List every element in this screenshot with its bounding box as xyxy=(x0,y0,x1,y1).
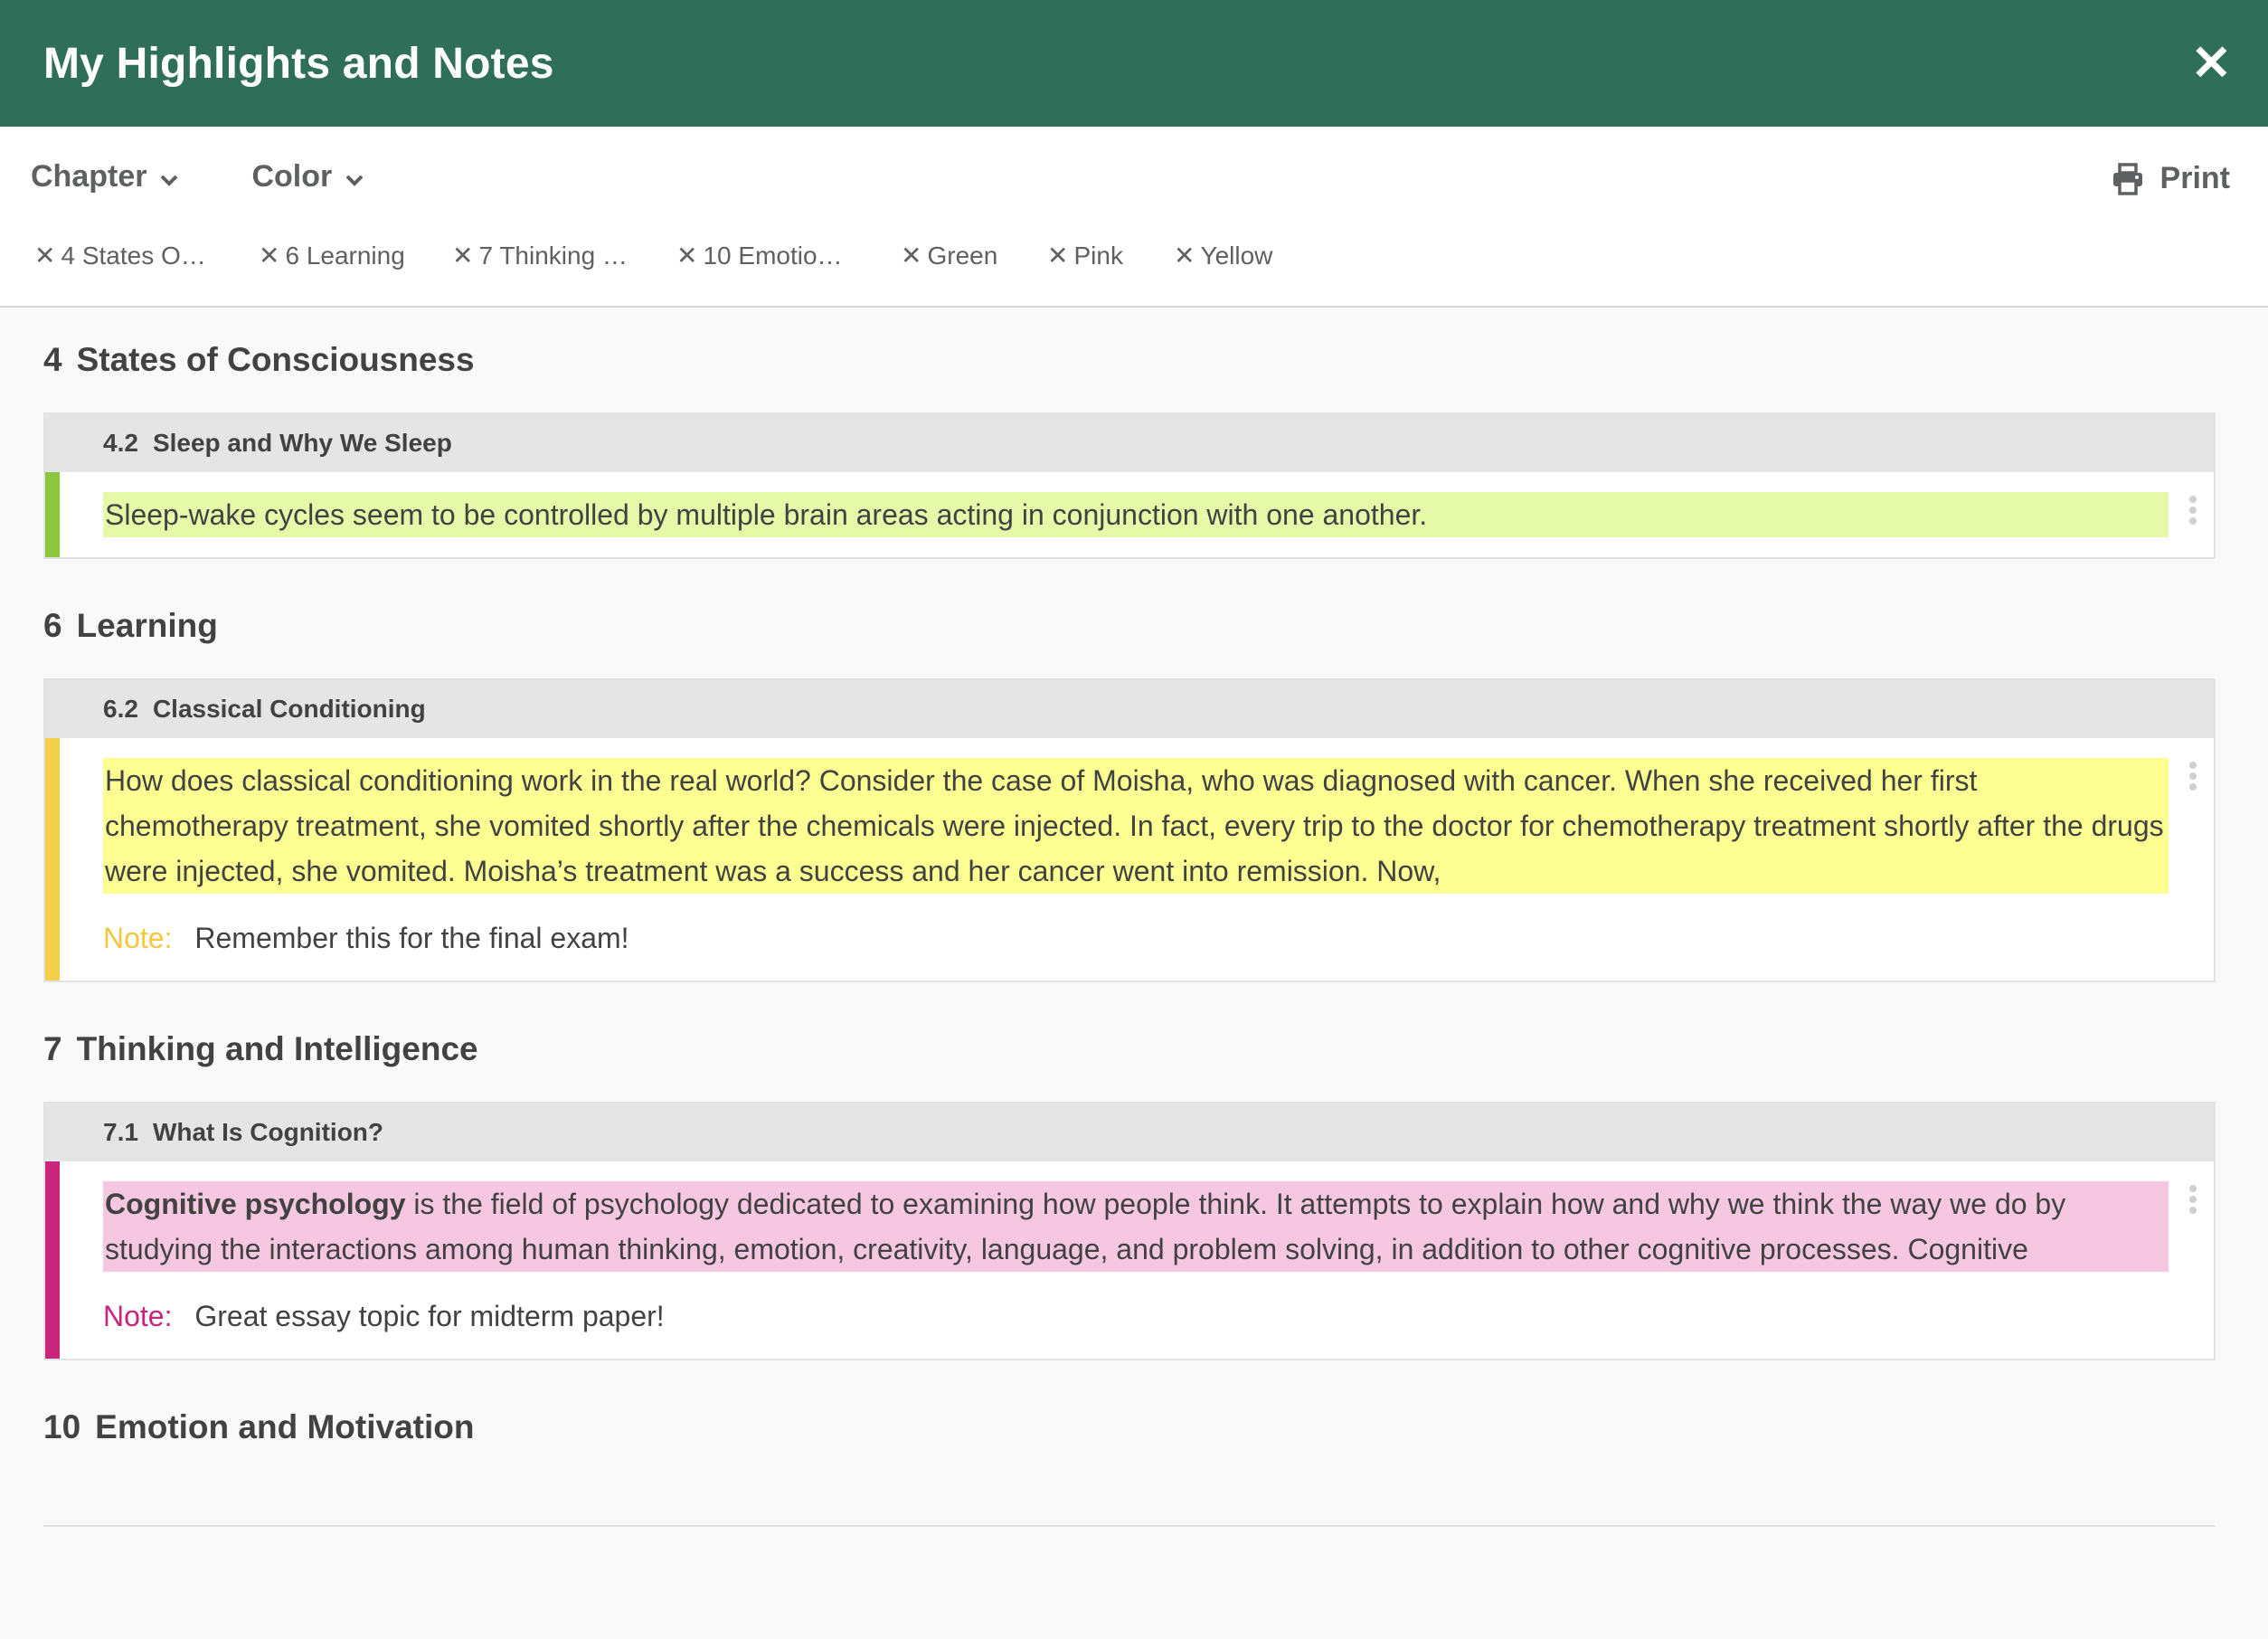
chapter-title: Emotion and Motivation xyxy=(95,1408,475,1445)
note-label: Note: xyxy=(103,922,173,954)
highlight-card: 6.2 Classical Conditioning How does clas… xyxy=(43,678,2216,982)
color-dropdown-label: Color xyxy=(251,159,333,194)
chapter-heading: 10 Emotion and Motivation xyxy=(43,1375,2216,1480)
remove-icon: ✕ xyxy=(1047,242,1069,270)
filter-pill-chapter-10[interactable]: ✕ 10 Emotio… xyxy=(676,241,901,270)
filter-pill-chapter-6[interactable]: ✕ 6 Learning xyxy=(259,241,452,270)
chapter-number: 7 xyxy=(43,1030,62,1067)
remove-icon: ✕ xyxy=(34,242,56,270)
highlight-text[interactable]: Sleep-wake cycles seem to be controlled … xyxy=(103,492,2169,537)
chapter-heading: 4 States of Consciousness xyxy=(43,308,2216,412)
chapter-heading: 6 Learning xyxy=(43,573,2216,678)
highlight-text[interactable]: How does classical conditioning work in … xyxy=(103,758,2169,894)
highlight-text[interactable]: Cognitive psychology is the field of psy… xyxy=(103,1181,2169,1272)
filter-pill-yellow[interactable]: ✕ Yellow xyxy=(1174,241,1272,270)
highlights-list: 4 States of Consciousness 4.2 Sleep and … xyxy=(0,308,2268,1527)
card-top-border xyxy=(43,1525,2216,1527)
chevron-down-icon xyxy=(159,165,179,194)
highlight-body: Cognitive psychology is the field of psy… xyxy=(45,1161,2214,1359)
section-heading: 7.1 What Is Cognition? xyxy=(45,1104,2214,1161)
chapter-number: 10 xyxy=(43,1408,81,1445)
section-title: What Is Cognition? xyxy=(152,1118,383,1146)
close-button[interactable]: ✕ xyxy=(2177,39,2246,88)
highlight-body: Sleep-wake cycles seem to be controlled … xyxy=(45,472,2214,557)
remove-icon: ✕ xyxy=(901,242,922,270)
filter-pill-chapter-7[interactable]: ✕ 7 Thinking … xyxy=(452,241,676,270)
chapter-number: 6 xyxy=(43,607,62,644)
filter-dropdowns: Chapter Color xyxy=(31,159,442,194)
remove-icon: ✕ xyxy=(1174,242,1195,270)
note-label: Note: xyxy=(103,1300,173,1332)
note-text[interactable]: Great essay topic for midterm paper! xyxy=(194,1300,664,1332)
section-number: 7.1 xyxy=(103,1118,138,1146)
filter-pill-pink[interactable]: ✕ Pink xyxy=(1047,241,1174,270)
highlight-body: How does classical conditioning work in … xyxy=(45,738,2214,981)
color-dropdown[interactable]: Color xyxy=(251,159,364,194)
chapter-heading: 7 Thinking and Intelligence xyxy=(43,997,2216,1102)
highlight-card: 4.2 Sleep and Why We Sleep Sleep-wake cy… xyxy=(43,412,2216,559)
note: Note: Great essay topic for midterm pape… xyxy=(103,1293,2169,1339)
filter-bar: Chapter Color Print ✕ 4 States O… ✕ 6 Lear… xyxy=(0,127,2268,308)
remove-icon: ✕ xyxy=(676,242,698,270)
printer-icon xyxy=(2112,162,2142,195)
filter-pill-chapter-4[interactable]: ✕ 4 States O… xyxy=(34,241,259,270)
chevron-down-icon xyxy=(345,165,364,194)
more-options-icon[interactable] xyxy=(2188,762,2197,794)
modal-header: My Highlights and Notes ✕ xyxy=(0,0,2268,127)
note-text[interactable]: Remember this for the final exam! xyxy=(194,922,628,954)
highlight-card: 7.1 What Is Cognition? Cognitive psychol… xyxy=(43,1102,2216,1360)
section-number: 4.2 xyxy=(103,429,138,457)
chapter-dropdown[interactable]: Chapter xyxy=(31,159,179,194)
note: Note: Remember this for the final exam! xyxy=(103,915,2169,961)
section-number: 6.2 xyxy=(103,695,138,723)
active-filter-pills: ✕ 4 States O… ✕ 6 Learning ✕ 7 Thinking … ✕… xyxy=(34,241,1272,270)
chapter-dropdown-label: Chapter xyxy=(31,159,147,194)
section-title: Classical Conditioning xyxy=(152,695,426,723)
chapter-number: 4 xyxy=(43,341,62,378)
more-options-icon[interactable] xyxy=(2188,1185,2197,1217)
chapter-title: Thinking and Intelligence xyxy=(76,1030,478,1067)
remove-icon: ✕ xyxy=(452,242,474,270)
filter-pill-green[interactable]: ✕ Green xyxy=(901,241,1047,270)
print-label: Print xyxy=(2159,161,2230,195)
section-heading: 4.2 Sleep and Why We Sleep xyxy=(45,414,2214,472)
section-heading: 6.2 Classical Conditioning xyxy=(45,680,2214,738)
more-options-icon[interactable] xyxy=(2188,496,2197,528)
page-title: My Highlights and Notes xyxy=(43,39,554,88)
remove-icon: ✕ xyxy=(259,242,280,270)
chapter-title: States of Consciousness xyxy=(76,341,475,378)
print-button[interactable]: Print xyxy=(2112,161,2230,196)
chapter-title: Learning xyxy=(76,607,218,644)
section-title: Sleep and Why We Sleep xyxy=(152,429,452,457)
highlight-term: Cognitive psychology xyxy=(105,1188,406,1220)
